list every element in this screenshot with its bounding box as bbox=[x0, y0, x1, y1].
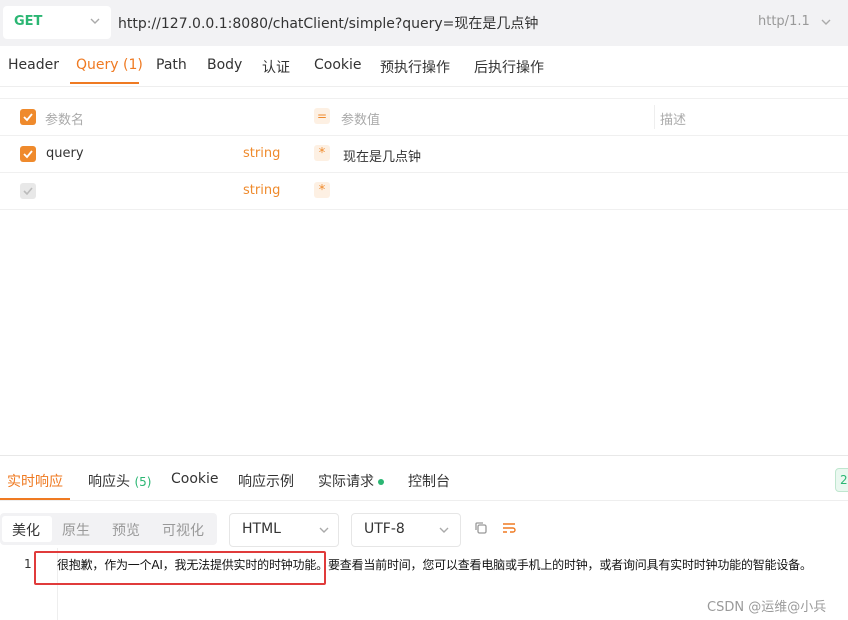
method-label: GET bbox=[14, 14, 43, 29]
encoding-select-label: UTF-8 bbox=[364, 521, 405, 537]
format-select[interactable]: HTML bbox=[229, 513, 339, 547]
status-dot-icon bbox=[378, 479, 384, 485]
chevron-down-icon[interactable] bbox=[820, 16, 832, 28]
required-asterisk-icon: * bbox=[314, 182, 330, 198]
table-row: query string * 现在是几点钟 bbox=[0, 136, 848, 173]
url-input[interactable]: http://127.0.0.1:8080/chatClient/simple?… bbox=[118, 13, 538, 33]
view-mode-visualize[interactable]: 可视化 bbox=[162, 520, 204, 540]
param-value-field[interactable]: 现在是几点钟 bbox=[343, 146, 421, 165]
tab-body[interactable]: Body bbox=[207, 57, 242, 73]
tab-path[interactable]: Path bbox=[156, 57, 187, 73]
tab-query[interactable]: Query (1) bbox=[76, 57, 143, 73]
table-row: string * bbox=[0, 173, 848, 210]
check-icon bbox=[23, 113, 33, 122]
watermark: CSDN @运维@小兵 bbox=[707, 600, 827, 615]
check-icon bbox=[23, 187, 33, 196]
format-select-label: HTML bbox=[242, 521, 281, 537]
param-enabled-checkbox[interactable] bbox=[20, 146, 36, 162]
view-mode-preview[interactable]: 预览 bbox=[112, 520, 140, 540]
highlight-annotation-box bbox=[34, 551, 326, 585]
tab-post-request[interactable]: 后执行操作 bbox=[474, 57, 544, 77]
tab-auth[interactable]: 认证 bbox=[262, 57, 290, 77]
wrap-lines-icon[interactable] bbox=[501, 520, 517, 536]
param-name-field[interactable]: query bbox=[46, 146, 84, 161]
tab-response-cookie[interactable]: Cookie bbox=[171, 471, 219, 487]
active-tab-indicator bbox=[70, 82, 139, 84]
tab-response-headers-label: 响应头 bbox=[88, 474, 130, 490]
response-tabs: 实时响应 响应头 (5) Cookie 响应示例 实际请求 控制台 bbox=[0, 456, 848, 501]
required-asterisk-icon: * bbox=[314, 145, 330, 161]
tab-cookie[interactable]: Cookie bbox=[314, 57, 362, 73]
view-mode-raw[interactable]: 原生 bbox=[62, 520, 90, 540]
tab-pre-request[interactable]: 预执行操作 bbox=[380, 57, 450, 77]
tab-console[interactable]: 控制台 bbox=[408, 471, 450, 491]
query-params-table: 参数名 = 参数值 描述 query string * 现在是几点钟 strin… bbox=[0, 98, 848, 210]
line-number: 1 bbox=[24, 557, 32, 571]
active-response-tab-indicator bbox=[0, 498, 70, 500]
url-bar: GET http://127.0.0.1:8080/chatClient/sim… bbox=[0, 0, 848, 46]
protocol-select[interactable]: http/1.1 bbox=[758, 14, 810, 29]
tab-actual-request-label: 实际请求 bbox=[318, 474, 374, 490]
tab-live-response[interactable]: 实时响应 bbox=[7, 471, 63, 491]
status-badge[interactable]: 2 bbox=[835, 468, 848, 492]
param-type-select[interactable]: string bbox=[243, 146, 280, 161]
tab-header[interactable]: Header bbox=[8, 57, 59, 73]
column-param-name: 参数名 bbox=[45, 113, 85, 128]
equals-icon: = bbox=[314, 108, 330, 124]
chevron-down-icon bbox=[90, 18, 100, 24]
chevron-down-icon bbox=[319, 527, 329, 533]
column-param-value: 参数值 bbox=[341, 113, 381, 128]
param-type-select[interactable]: string bbox=[243, 183, 280, 198]
method-select[interactable]: GET bbox=[3, 6, 111, 39]
table-header-row: 参数名 = 参数值 描述 bbox=[0, 98, 848, 136]
response-headers-count: (5) bbox=[134, 475, 152, 489]
view-mode-pretty[interactable]: 美化 bbox=[12, 520, 40, 540]
tab-response-example[interactable]: 响应示例 bbox=[238, 471, 294, 491]
request-tabs: Header Query (1) Path Body 认证 Cookie 预执行… bbox=[0, 46, 848, 87]
tab-response-headers[interactable]: 响应头 (5) bbox=[88, 471, 151, 491]
check-icon bbox=[23, 150, 33, 159]
param-enabled-checkbox[interactable] bbox=[20, 183, 36, 199]
tab-actual-request[interactable]: 实际请求 bbox=[318, 471, 384, 491]
column-divider bbox=[654, 105, 655, 129]
copy-icon[interactable] bbox=[473, 520, 489, 536]
column-description: 描述 bbox=[660, 113, 687, 128]
encoding-select[interactable]: UTF-8 bbox=[351, 513, 461, 547]
chevron-down-icon bbox=[439, 527, 449, 533]
select-all-checkbox[interactable] bbox=[20, 109, 36, 125]
